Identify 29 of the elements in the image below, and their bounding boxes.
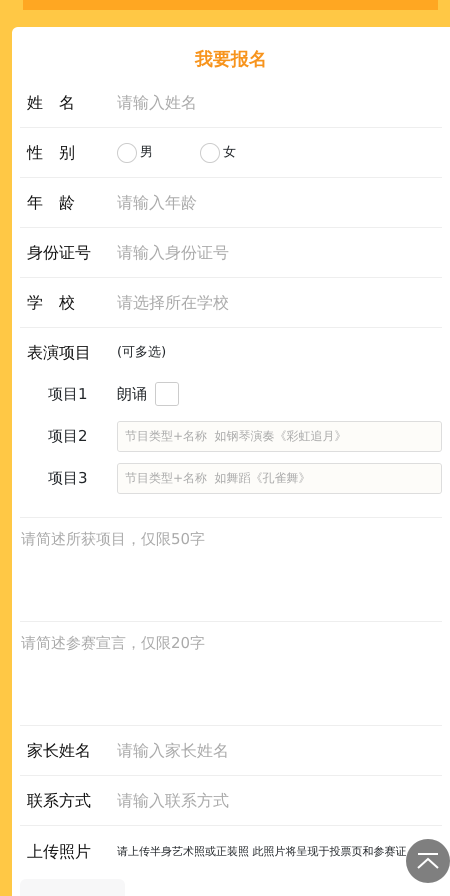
section-note: (可多选) — [117, 344, 166, 362]
field-label: 性 别 — [26, 142, 76, 164]
field-label: 姓 名 — [26, 92, 76, 114]
input-field[interactable]: 请输入家长姓名 — [117, 738, 442, 762]
checkbox[interactable] — [155, 382, 179, 406]
radio-button[interactable] — [117, 142, 137, 162]
form-title: 我要报名 — [194, 48, 268, 72]
input-field[interactable]: 请输入联系方式 — [117, 788, 442, 812]
item-label: 项目2 — [47, 426, 89, 447]
field-label: 身份证号 — [26, 242, 92, 264]
option-label: 女 — [223, 144, 236, 162]
input-field[interactable]: 节目类型+名称 如钢琴演奏《彩虹追月》 — [117, 420, 442, 452]
field-label: 年 龄 — [26, 192, 76, 214]
upload-hint: 请上传半身艺术照或正装照 此照片将呈现于投票页和参赛证 — [117, 844, 406, 860]
item-label: 项目1 — [47, 384, 89, 405]
field-label: 家长姓名 — [26, 740, 92, 762]
field-label: 学 校 — [26, 292, 76, 314]
option-label: 朗诵 — [117, 384, 147, 405]
field-label: 联系方式 — [26, 790, 92, 812]
field-label: 上传照片 — [26, 841, 92, 863]
item-label: 项目3 — [47, 468, 89, 489]
input-field[interactable]: 请选择所在学校 — [117, 290, 442, 314]
section-label: 表演项目 — [26, 342, 92, 364]
input-field[interactable]: 请输入身份证号 — [117, 240, 442, 264]
option-label: 男 — [140, 144, 153, 162]
radio-button[interactable] — [200, 142, 220, 162]
input-field[interactable]: 请输入年龄 — [117, 190, 442, 214]
input-field[interactable]: 节目类型+名称 如舞蹈《孔雀舞》 — [117, 462, 442, 494]
input-field[interactable]: 请输入姓名 — [117, 90, 442, 114]
